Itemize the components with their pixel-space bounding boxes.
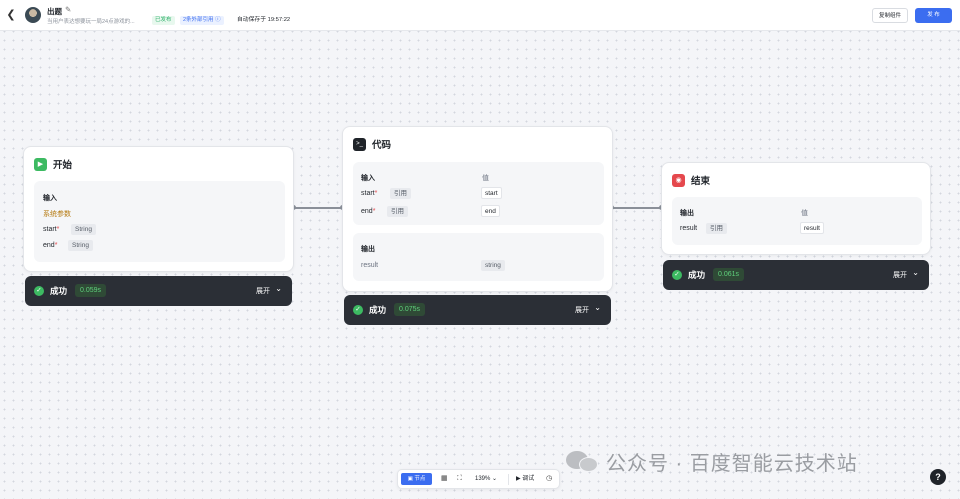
reference-tag: 引用 [706,223,727,234]
reference-tag: 引用 [387,206,408,217]
check-circle-icon: ✓ [672,270,682,280]
input-name: start* [361,190,378,197]
copy-component-button[interactable]: 复制组件 [872,8,908,23]
param-name: end* [43,242,58,249]
end-status-bar[interactable]: ✓ 成功 0.061s 展开 ⌄ [663,260,929,290]
start-status-bar[interactable]: ✓ 成功 0.059s 展开 ⌄ [25,276,292,306]
check-circle-icon: ✓ [353,305,363,315]
top-header: ❮ 出题 ✎ 当用户表达想要玩一局24点游戏的... 已发布 2条外部引用 ⓘ … [0,0,960,31]
check-circle-icon: ✓ [34,286,44,296]
input-label: 输入 [43,195,57,202]
wechat-logo-icon [566,448,600,474]
input-value[interactable]: end [481,205,500,217]
expand-button[interactable]: 展开 [575,305,589,315]
node-header: >_ 代码 [353,137,391,151]
output-panel: 输出 result string [353,233,604,281]
avatar[interactable] [25,7,41,23]
expand-button[interactable]: 展开 [893,270,907,280]
code-status-bar[interactable]: ✓ 成功 0.075s 展开 ⌄ [344,295,611,325]
node-title: 代码 [372,140,392,151]
param-name: start* [43,226,60,233]
reference-tag: 引用 [390,188,411,199]
value-column-label: 值 [482,175,489,182]
app-title: 出题 [47,7,62,16]
output-value[interactable]: result [800,222,824,234]
add-node-button[interactable]: ▣ 节点 [401,473,432,485]
watermark: 公众号 · 百度智能云技术站 [566,446,858,476]
node-header: ▶ 开始 [34,157,72,171]
node-title: 结束 [691,176,711,187]
system-params-label: 系统参数 [43,211,71,218]
app-description: 当用户表达想要玩一局24点游戏的... [47,19,135,25]
code-node[interactable]: >_ 代码 输入 值 start* 引用 start end* 引用 end 输… [342,126,613,292]
node-title: 开始 [53,160,73,171]
status-label: 成功 [369,305,387,315]
status-label: 成功 [50,286,68,296]
expand-button[interactable]: 展开 [256,286,270,296]
chevron-down-icon[interactable]: ⌄ [912,268,919,277]
param-type-tag: String [71,224,96,235]
chevron-down-icon[interactable]: ⌄ [275,284,282,293]
output-name: result [680,225,698,232]
input-label: 输入 [361,175,375,182]
node-header: ◉ 结束 [672,173,710,187]
param-type-tag: String [68,240,93,251]
chevron-down-icon[interactable]: ⌄ [594,303,601,312]
input-panel: 输入 值 start* 引用 start end* 引用 end [353,162,604,225]
published-badge: 已发布 [152,16,175,25]
input-panel: 输入 系统参数 start* String end* String [34,181,285,262]
history-icon[interactable]: ◷ [546,474,552,484]
status-label: 成功 [688,270,706,280]
output-name: result [361,262,379,269]
status-duration: 0.059s [75,284,107,297]
canvas-toolbar: ▣ 节点 ▦ ⛶ 139% ⌄ ▶ 调试 ◷ [397,469,560,489]
output-label: 输出 [680,210,694,217]
terminal-icon: >_ [353,137,366,151]
back-arrow-icon[interactable]: ❮ [5,9,17,21]
minimap-icon[interactable]: ▦ [441,474,448,484]
output-type-tag: string [481,260,505,271]
value-column-label: 值 [801,210,808,217]
external-refs-badge[interactable]: 2条外部引用 ⓘ [180,16,224,25]
divider [508,474,509,485]
play-icon: ▶ [34,157,47,171]
autosave-status: 自动保存于 19:57:22 [237,17,291,23]
edge-start-to-code[interactable] [294,207,343,209]
output-panel: 输出 值 result 引用 result [672,197,922,245]
fit-view-icon[interactable]: ⛶ [457,474,462,484]
debug-button[interactable]: ▶ 调试 [516,474,534,484]
help-icon[interactable]: ? [930,469,946,485]
zoom-select[interactable]: 139% ⌄ [475,474,497,484]
pencil-icon[interactable]: ✎ [65,5,71,14]
end-node[interactable]: ◉ 结束 输出 值 result 引用 result [661,162,931,255]
status-duration: 0.075s [394,303,426,316]
edge-code-to-end[interactable] [612,207,662,209]
start-node[interactable]: ▶ 开始 输入 系统参数 start* String end* String [23,146,294,272]
watermark-text: 公众号 · 百度智能云技术站 [606,452,858,475]
publish-button[interactable]: 发 布 [915,8,952,23]
input-value[interactable]: start [481,187,502,199]
status-duration: 0.061s [713,268,745,281]
input-name: end* [361,208,376,215]
stop-icon: ◉ [672,173,685,187]
output-label: 输出 [361,246,375,253]
